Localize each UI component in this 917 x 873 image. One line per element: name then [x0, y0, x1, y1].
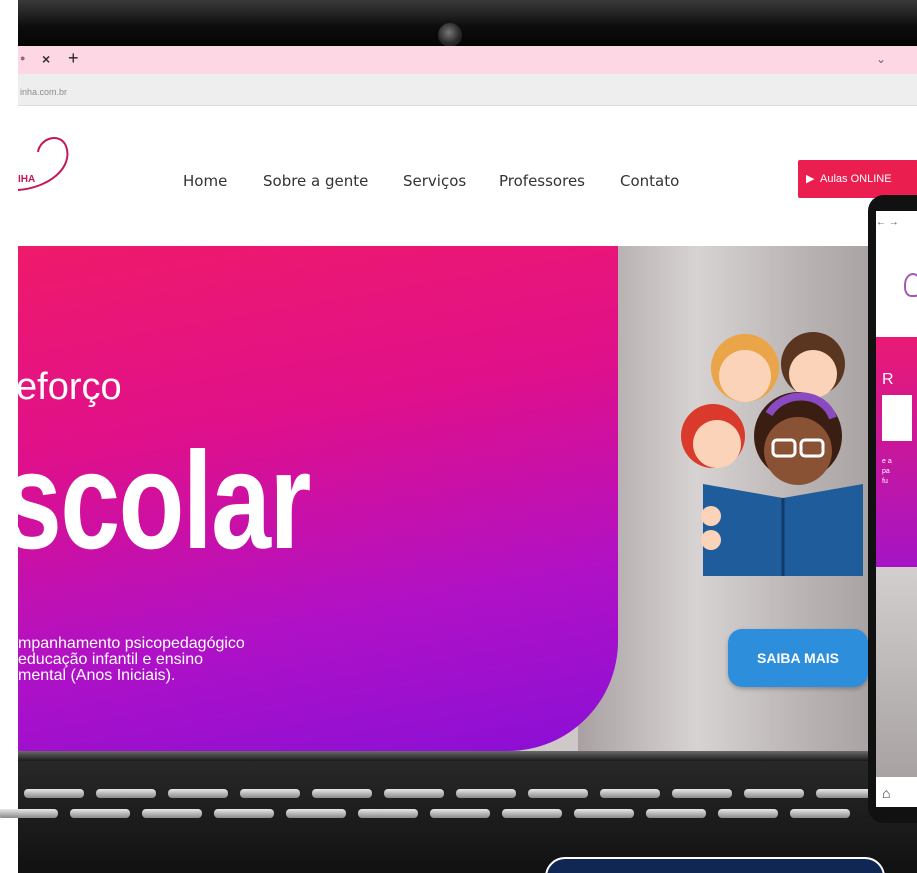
tab-close-icon[interactable]: ×: [42, 51, 50, 67]
url-text[interactable]: inha.com.br: [20, 87, 67, 97]
bottom-pill-button[interactable]: [545, 857, 885, 873]
key: [142, 809, 202, 818]
key: [240, 789, 300, 798]
key: [96, 789, 156, 798]
key: [70, 809, 130, 818]
nav-sobre[interactable]: Sobre a gente: [263, 172, 368, 190]
nav-home[interactable]: Home: [183, 172, 227, 190]
tab-title-partial[interactable]: ●: [20, 53, 25, 63]
key: [0, 809, 58, 818]
phone-screen: ← → R e a pa fu ⌂: [876, 211, 917, 807]
key: [384, 789, 444, 798]
home-icon[interactable]: ⌂: [882, 785, 890, 801]
hero-description-line: educação infantil e ensino: [18, 651, 204, 668]
key: [600, 789, 660, 798]
nav-servicos[interactable]: Serviços: [403, 172, 466, 190]
phone-logo-icon[interactable]: [904, 273, 917, 297]
key: [24, 789, 84, 798]
phone-hero: R e a pa fu: [876, 337, 917, 567]
site-header: IHA Home Sobre a gente Serviços Professo…: [18, 106, 917, 246]
laptop-hinge: [18, 751, 917, 761]
nav-professores[interactable]: Professores: [499, 172, 585, 190]
aulas-online-label: Aulas ONLINE: [820, 173, 892, 185]
kids-reading-illustration: [681, 332, 863, 576]
phone-hero-text-line: pa: [882, 468, 890, 475]
phone-hero-letter: R: [882, 371, 894, 388]
key: [574, 809, 634, 818]
key: [646, 809, 706, 818]
laptop-bezel: [18, 0, 917, 47]
phone-hero-box: [882, 395, 912, 441]
phone-back-forward-icon[interactable]: ← →: [876, 217, 899, 228]
key: [528, 789, 588, 798]
nav-contato[interactable]: Contato: [620, 172, 679, 190]
phone-bottom-bar: ⌂: [876, 777, 917, 807]
key: [430, 809, 490, 818]
play-icon: ▶: [806, 173, 815, 185]
hero-title: scolar: [18, 424, 311, 578]
phone-hero-text-line: fu: [882, 478, 888, 485]
key: [502, 809, 562, 818]
address-bar[interactable]: inha.com.br: [18, 74, 917, 106]
saiba-mais-button[interactable]: SAIBA MAIS: [728, 629, 868, 687]
key: [744, 789, 804, 798]
key: [214, 809, 274, 818]
hero-subtitle: eforço: [18, 366, 122, 408]
key: [358, 809, 418, 818]
heart-logo-icon[interactable]: [18, 128, 78, 208]
key: [168, 789, 228, 798]
key: [718, 809, 778, 818]
key: [456, 789, 516, 798]
key-row: [24, 789, 876, 798]
logo-text[interactable]: IHA: [18, 174, 35, 185]
key: [312, 789, 372, 798]
key: [816, 789, 876, 798]
new-tab-icon[interactable]: +: [68, 48, 79, 69]
hero-description: mpanhamento psicopedagógico educação inf…: [18, 636, 378, 684]
key-row: [0, 809, 850, 818]
hero-section: eforço scolar mpanhamento psicopedagógic…: [18, 246, 917, 751]
page-margin: [0, 0, 18, 873]
phone-mockup: ← → R e a pa fu ⌂: [868, 195, 917, 823]
webcam-icon: [438, 23, 462, 47]
laptop-keyboard: [0, 751, 917, 873]
phone-photo: [876, 567, 917, 777]
key: [286, 809, 346, 818]
browser-tab-bar: ● × + ⌄: [18, 46, 917, 74]
phone-hero-text-line: e a: [882, 458, 892, 465]
phone-hero-text: e a pa fu: [882, 457, 917, 487]
key: [790, 809, 850, 818]
hero-gradient-panel: eforço scolar mpanhamento psicopedagógic…: [18, 246, 618, 751]
key: [672, 789, 732, 798]
hero-description-line: mental (Anos Iniciais).: [18, 667, 176, 684]
tab-list-chevron-icon[interactable]: ⌄: [876, 52, 886, 66]
laptop-mockup-screenshot: ● × + ⌄ inha.com.br IHA Home Sobre a gen…: [0, 0, 917, 873]
hero-description-line: mpanhamento psicopedagógico: [18, 635, 245, 652]
aulas-online-button[interactable]: ▶ Aulas ONLINE: [798, 160, 917, 198]
